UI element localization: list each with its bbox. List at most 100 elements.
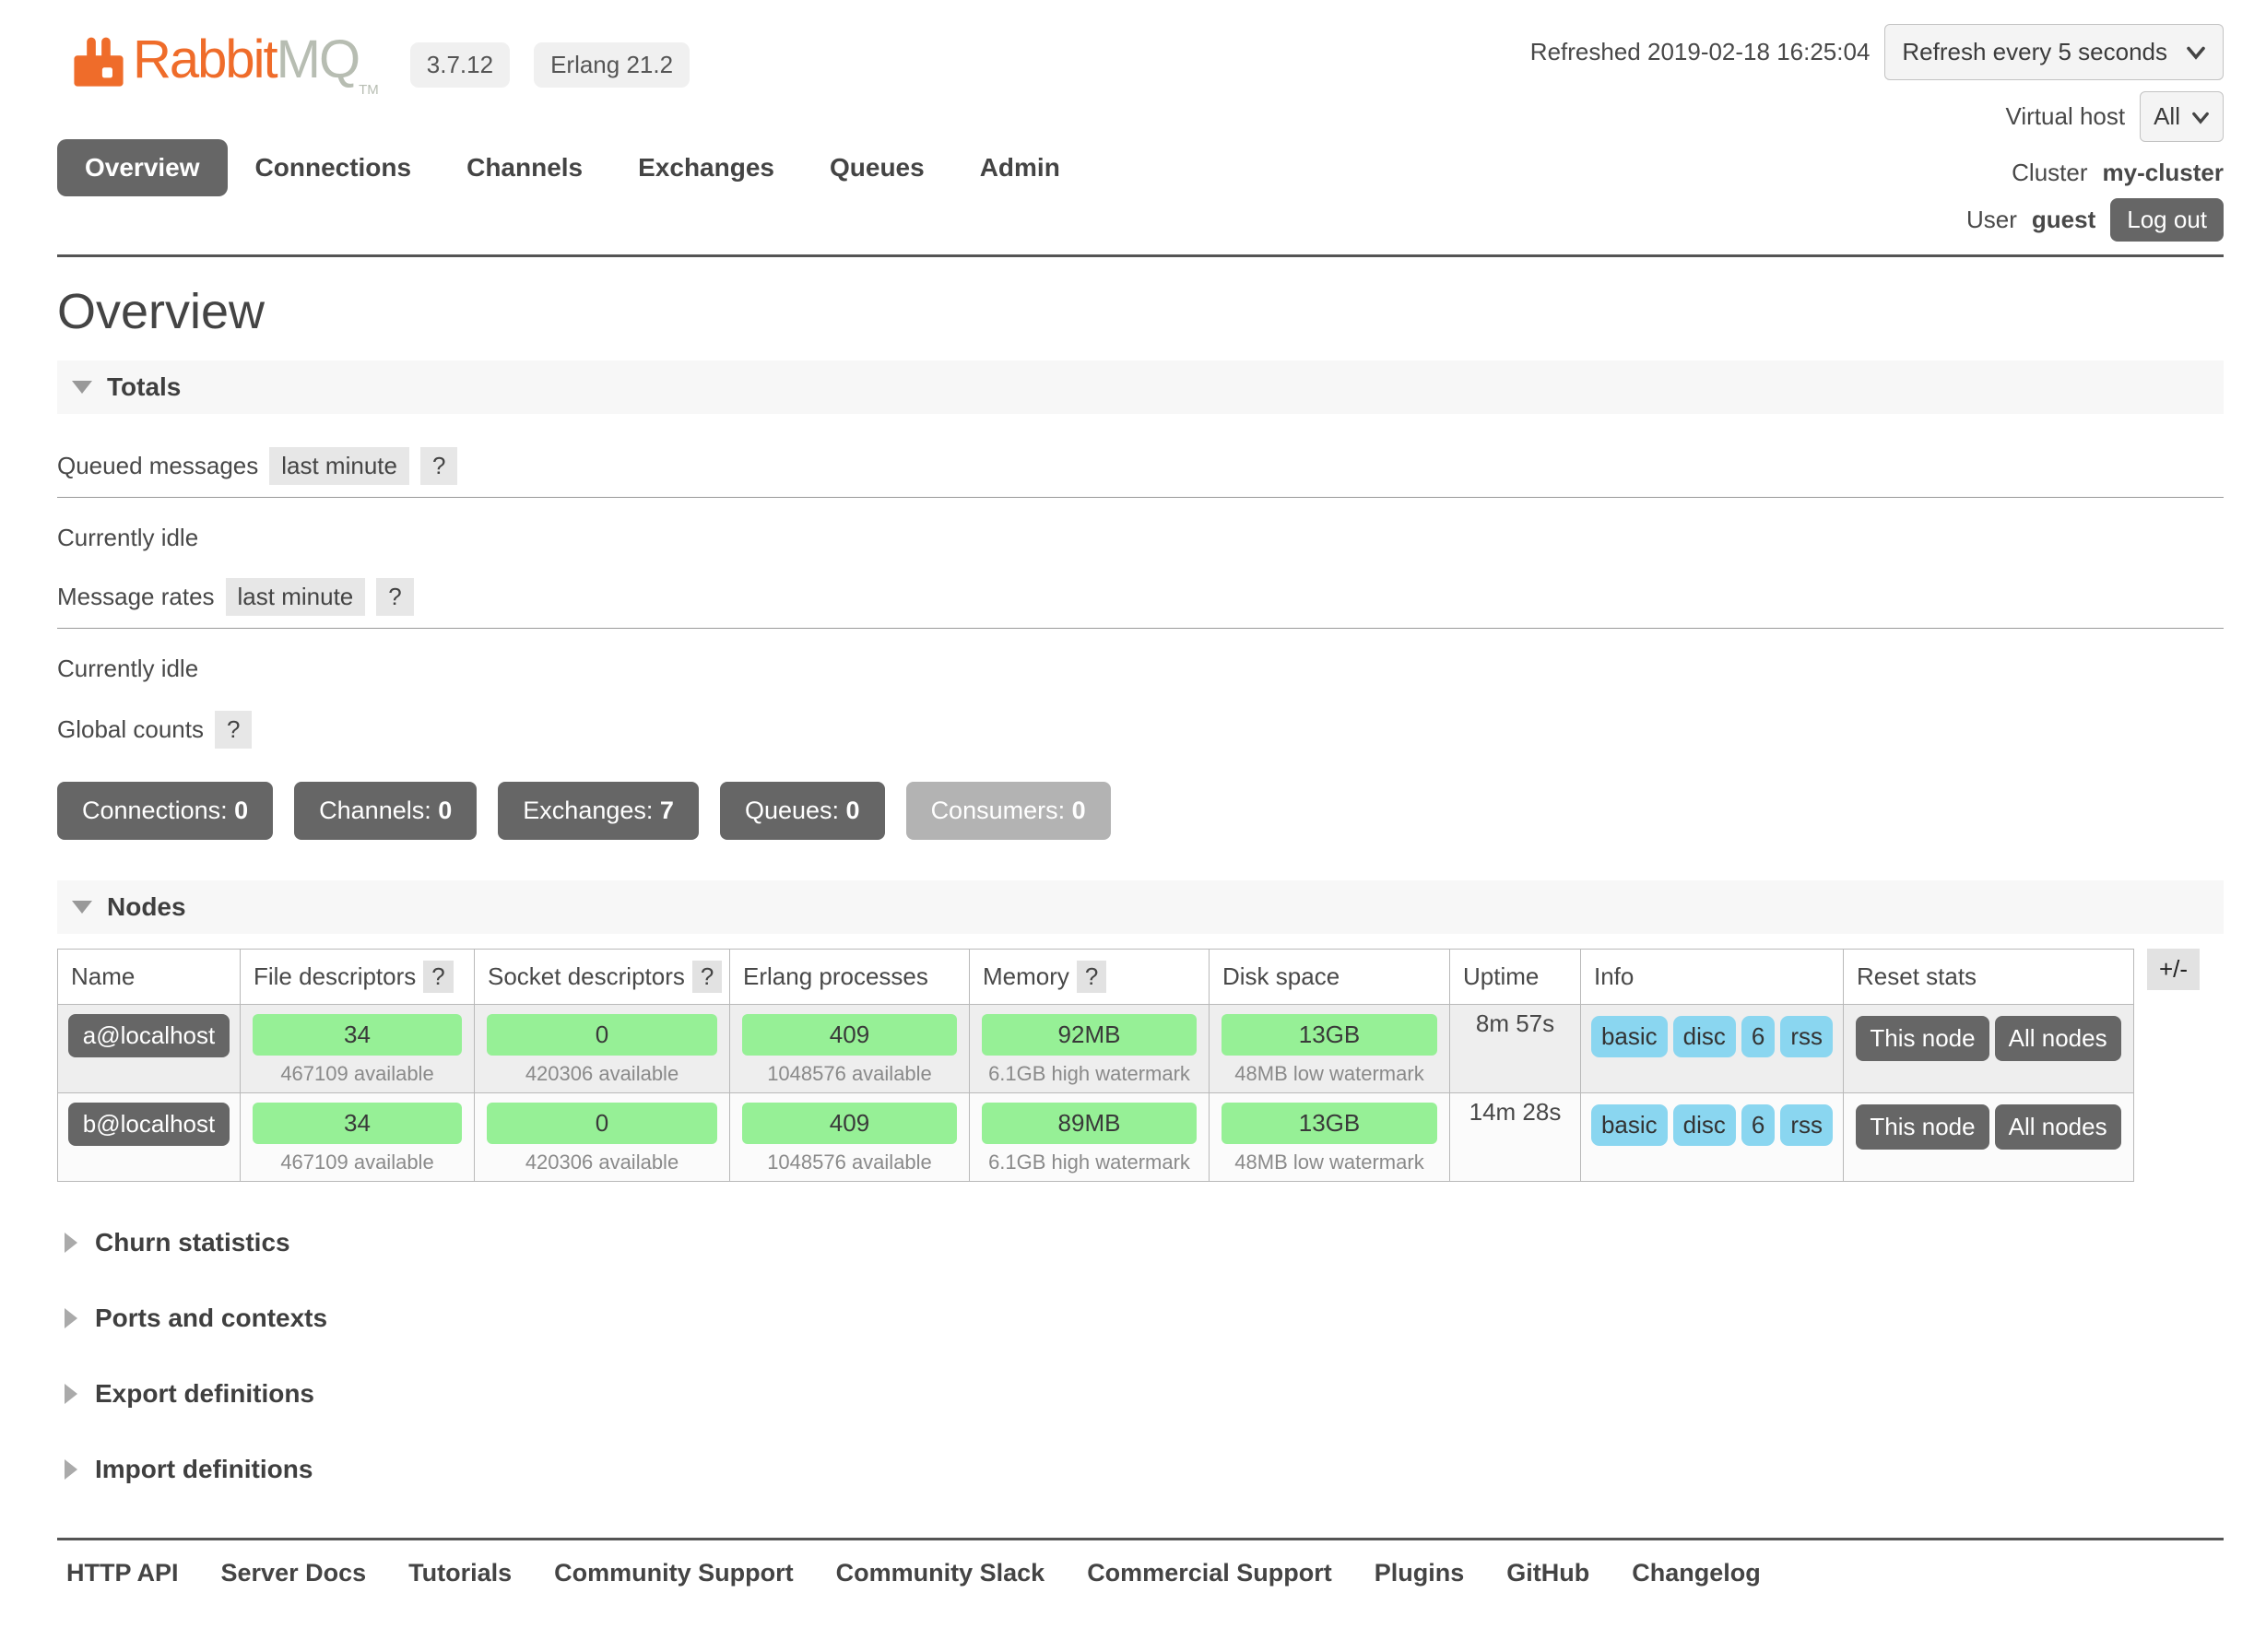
tab-exchanges[interactable]: Exchanges (610, 139, 802, 196)
col-erlang-processes: Erlang processes (730, 950, 970, 1005)
churn-statistics-label: Churn statistics (95, 1228, 290, 1257)
exchanges-count-button[interactable]: Exchanges: 7 (498, 782, 699, 840)
erlang-processes-note: 1048576 available (767, 1062, 932, 1085)
tab-overview[interactable]: Overview (57, 139, 228, 196)
brand-rabbit: Rabbit (133, 30, 277, 89)
file-descriptors-note: 467109 available (280, 1062, 433, 1085)
channels-count-button[interactable]: Channels: 0 (294, 782, 477, 840)
uptime-value: 14m 28s (1450, 1093, 1581, 1182)
col-socket-descriptors: Socket descriptors? (475, 950, 730, 1005)
footer-link-server-docs[interactable]: Server Docs (221, 1559, 367, 1587)
node-name-badge[interactable]: b@localhost (68, 1103, 230, 1146)
info-badge-basic[interactable]: basic (1591, 1104, 1668, 1146)
erlang-processes-value: 409 (742, 1014, 957, 1056)
nodes-section-header[interactable]: Nodes (57, 880, 2224, 934)
col-info: Info (1581, 950, 1844, 1005)
info-badge-rss[interactable]: rss (1780, 1104, 1833, 1146)
header-divider (57, 254, 2224, 257)
logout-button[interactable]: Log out (2110, 198, 2224, 242)
chevron-down-icon (2191, 102, 2210, 131)
col-name: Name (58, 950, 241, 1005)
erlang-version-badge: Erlang 21.2 (534, 42, 690, 88)
expand-triangle-icon (65, 1459, 77, 1480)
node-name-badge[interactable]: a@localhost (68, 1014, 230, 1057)
info-badge-plugin-count[interactable]: 6 (1741, 1016, 1775, 1057)
nodes-title: Nodes (107, 892, 186, 922)
disk-space-note: 48MB low watermark (1234, 1150, 1423, 1174)
page-title: Overview (57, 283, 2224, 340)
tab-channels[interactable]: Channels (439, 139, 610, 196)
chevron-down-icon (2186, 38, 2206, 66)
columns-toggle-button[interactable]: +/- (2147, 949, 2200, 990)
col-memory: Memory? (970, 950, 1210, 1005)
refresh-interval-value: Refresh every 5 seconds (1902, 38, 2167, 66)
import-definitions-label: Import definitions (95, 1455, 313, 1484)
footer: HTTP API Server Docs Tutorials Community… (57, 1538, 2224, 1652)
footer-link-community-support[interactable]: Community Support (554, 1559, 793, 1587)
footer-link-github[interactable]: GitHub (1506, 1559, 1589, 1587)
footer-link-tutorials[interactable]: Tutorials (408, 1559, 512, 1587)
global-counts-help-badge[interactable]: ? (215, 711, 252, 749)
section-export-definitions[interactable]: Export definitions (65, 1379, 2224, 1409)
export-definitions-label: Export definitions (95, 1379, 314, 1409)
reset-all-nodes-button[interactable]: All nodes (1995, 1104, 2121, 1150)
queued-messages-help-badge[interactable]: ? (420, 447, 457, 485)
consumers-count-value: 0 (1072, 796, 1086, 824)
footer-link-changelog[interactable]: Changelog (1632, 1559, 1761, 1587)
reset-this-node-button[interactable]: This node (1856, 1016, 1989, 1061)
refresh-interval-select[interactable]: Refresh every 5 seconds (1884, 24, 2224, 80)
totals-section-header[interactable]: Totals (57, 360, 2224, 414)
disk-space-note: 48MB low watermark (1234, 1062, 1423, 1085)
cluster-name: my-cluster (2103, 159, 2225, 187)
queued-messages-label: Queued messages (57, 452, 258, 480)
section-ports-and-contexts[interactable]: Ports and contexts (65, 1304, 2224, 1333)
queues-count-value: 0 (846, 796, 860, 824)
reset-all-nodes-button[interactable]: All nodes (1995, 1016, 2121, 1061)
section-churn-statistics[interactable]: Churn statistics (65, 1228, 2224, 1257)
queues-count-button[interactable]: Queues: 0 (720, 782, 885, 840)
queued-messages-idle-text: Currently idle (57, 524, 2224, 552)
memory-help-badge[interactable]: ? (1077, 961, 1106, 993)
virtual-host-label: Virtual host (2006, 102, 2126, 131)
memory-note: 6.1GB high watermark (988, 1150, 1190, 1174)
brand-tm: TM (359, 82, 379, 98)
expand-triangle-icon (65, 1384, 77, 1404)
file-descriptors-help-badge[interactable]: ? (423, 961, 453, 993)
tab-queues[interactable]: Queues (802, 139, 952, 196)
socket-descriptors-help-badge[interactable]: ? (692, 961, 722, 993)
info-badge-rss[interactable]: rss (1780, 1016, 1833, 1057)
uptime-value: 8m 57s (1450, 1005, 1581, 1093)
connections-count-value: 0 (234, 796, 248, 824)
footer-link-community-slack[interactable]: Community Slack (836, 1559, 1045, 1587)
message-rates-help-badge[interactable]: ? (376, 578, 413, 616)
footer-link-plugins[interactable]: Plugins (1375, 1559, 1465, 1587)
connections-count-label: Connections: (82, 796, 228, 824)
socket-descriptors-note: 420306 available (525, 1062, 679, 1085)
virtual-host-select[interactable]: All (2140, 91, 2224, 142)
queued-messages-window-badge[interactable]: last minute (269, 447, 409, 485)
message-rates-window-badge[interactable]: last minute (226, 578, 366, 616)
connections-count-button[interactable]: Connections: 0 (57, 782, 273, 840)
info-badge-plugin-count[interactable]: 6 (1741, 1104, 1775, 1146)
virtual-host-value: All (2154, 102, 2180, 131)
reset-this-node-button[interactable]: This node (1856, 1104, 1989, 1150)
section-import-definitions[interactable]: Import definitions (65, 1455, 2224, 1484)
info-badge-disc[interactable]: disc (1673, 1016, 1736, 1057)
col-file-descriptors: File descriptors? (241, 950, 475, 1005)
disk-space-value: 13GB (1222, 1103, 1437, 1144)
message-rates-idle-text: Currently idle (57, 655, 2224, 683)
memory-note: 6.1GB high watermark (988, 1062, 1190, 1085)
header: RabbitMQTM 3.7.12 Erlang 21.2 Overview C… (57, 0, 2224, 242)
tab-admin[interactable]: Admin (952, 139, 1088, 196)
header-controls: Refreshed 2019-02-18 16:25:04 Refresh ev… (1530, 22, 2224, 242)
expand-triangle-icon (65, 1308, 77, 1328)
footer-link-commercial-support[interactable]: Commercial Support (1087, 1559, 1332, 1587)
footer-link-http-api[interactable]: HTTP API (66, 1559, 179, 1587)
message-rates-label: Message rates (57, 583, 215, 611)
channels-count-label: Channels: (319, 796, 431, 824)
info-badge-disc[interactable]: disc (1673, 1104, 1736, 1146)
tab-connections[interactable]: Connections (228, 139, 440, 196)
info-badge-basic[interactable]: basic (1591, 1016, 1668, 1057)
node-row-a: a@localhost 34467109 available 0420306 a… (58, 1005, 2134, 1093)
version-badge: 3.7.12 (410, 42, 510, 88)
